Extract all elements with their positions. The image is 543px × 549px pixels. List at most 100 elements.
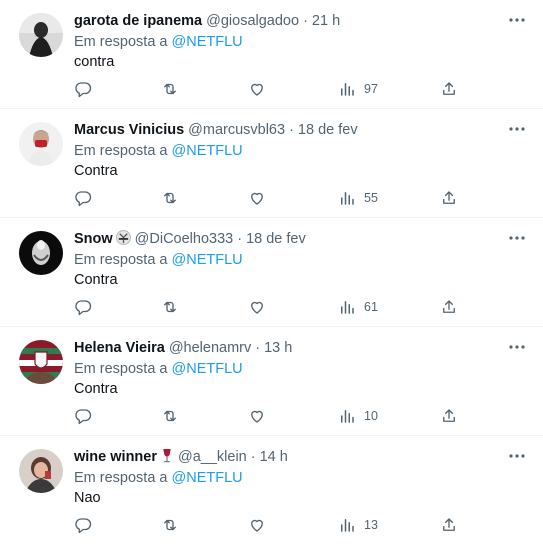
like-icon — [251, 410, 263, 423]
views-icon — [341, 192, 354, 205]
like-button[interactable] — [248, 79, 266, 99]
more-icon[interactable] — [507, 230, 527, 246]
reply-context: Em resposta a @NETFLU — [74, 142, 243, 160]
action-bar: 13 — [74, 515, 460, 537]
author-handle[interactable]: @a__klein — [178, 449, 247, 465]
tweet-header: wine winner @a__klein · 14 h — [74, 448, 288, 468]
replies-timeline: garota de ipanema @giosalgadoo · 21 h Em re… — [0, 0, 543, 549]
reply-context: Em resposta a @NETFLU — [74, 469, 243, 487]
like-icon — [251, 301, 263, 314]
action-bar: 10 — [74, 406, 460, 428]
repost-icon — [164, 410, 176, 422]
share-icon — [443, 300, 455, 313]
reply-context: Em resposta a @NETFLU — [74, 33, 243, 51]
action-bar: 97 — [74, 79, 460, 101]
views-button[interactable]: 97 — [338, 79, 378, 99]
reply-prefix: Em resposta a — [74, 252, 168, 268]
mention-link[interactable]: @NETFLU — [172, 143, 243, 159]
timestamp[interactable]: 14 h — [260, 449, 288, 465]
share-button[interactable] — [440, 79, 458, 99]
views-icon — [341, 410, 354, 423]
action-bar: 61 — [74, 297, 460, 319]
author-name[interactable]: Marcus Vinicius — [74, 122, 184, 138]
more-icon[interactable] — [507, 448, 527, 464]
timestamp[interactable]: 13 h — [264, 340, 292, 356]
like-button[interactable] — [248, 297, 266, 317]
reply-button[interactable] — [74, 79, 92, 99]
share-icon — [443, 409, 455, 422]
tweet[interactable]: wine winner @a__klein · 14 h Em resposta a … — [0, 436, 543, 549]
like-button[interactable] — [248, 406, 266, 426]
author-handle[interactable]: @helenamrv — [169, 340, 251, 356]
view-count: 13 — [364, 518, 378, 532]
repost-button[interactable] — [161, 297, 179, 317]
like-button[interactable] — [248, 515, 266, 535]
share-button[interactable] — [440, 515, 458, 535]
avatar[interactable] — [19, 340, 63, 384]
avatar[interactable] — [19, 449, 63, 493]
views-button[interactable]: 13 — [338, 515, 378, 535]
reply-context: Em resposta a @NETFLU — [74, 251, 243, 269]
avatar[interactable] — [19, 122, 63, 166]
author-handle[interactable]: @giosalgadoo — [206, 13, 299, 29]
mention-link[interactable]: @NETFLU — [172, 252, 243, 268]
repost-button[interactable] — [161, 406, 179, 426]
reply-icon — [75, 82, 92, 98]
views-button[interactable]: 10 — [338, 406, 378, 426]
mention-link[interactable]: @NETFLU — [172, 361, 243, 377]
author-handle[interactable]: @marcusvbl63 — [188, 122, 285, 138]
view-count: 61 — [364, 300, 378, 314]
tweet[interactable]: Helena Vieira @helenamrv · 13 h Em resposta… — [0, 327, 543, 436]
reply-button[interactable] — [74, 406, 92, 426]
share-icon — [443, 82, 455, 95]
timestamp[interactable]: 18 de fev — [246, 231, 306, 247]
tweet-text: Contra — [74, 163, 118, 179]
author-name[interactable]: wine winner — [74, 449, 157, 465]
reply-prefix: Em resposta a — [74, 143, 168, 159]
avatar[interactable] — [19, 231, 63, 275]
like-button[interactable] — [248, 188, 266, 208]
more-icon[interactable] — [507, 339, 527, 355]
view-count: 10 — [364, 409, 378, 423]
view-count: 55 — [364, 191, 378, 205]
share-button[interactable] — [440, 188, 458, 208]
tweet[interactable]: Snow @DiCoelho333 · 18 de fev Em resposta a… — [0, 218, 543, 327]
views-button[interactable]: 61 — [338, 297, 378, 317]
timestamp[interactable]: 18 de fev — [298, 122, 358, 138]
avatar[interactable] — [19, 13, 63, 57]
tweet-header: garota de ipanema @giosalgadoo · 21 h — [74, 12, 340, 30]
reply-icon — [75, 409, 92, 425]
tweet[interactable]: Marcus Vinicius @marcusvbl63 · 18 de fev Em… — [0, 109, 543, 218]
like-icon — [251, 192, 263, 205]
repost-button[interactable] — [161, 515, 179, 535]
repost-icon — [164, 83, 176, 95]
share-icon — [443, 518, 455, 531]
reply-button[interactable] — [74, 188, 92, 208]
author-name[interactable]: garota de ipanema — [74, 13, 202, 29]
view-count: 97 — [364, 82, 378, 96]
reply-context: Em resposta a @NETFLU — [74, 360, 243, 378]
tweet-header: Marcus Vinicius @marcusvbl63 · 18 de fev — [74, 121, 358, 139]
views-icon — [341, 301, 354, 314]
reply-button[interactable] — [74, 515, 92, 535]
repost-button[interactable] — [161, 79, 179, 99]
author-handle[interactable]: @DiCoelho333 — [135, 231, 234, 247]
more-icon[interactable] — [507, 12, 527, 28]
share-button[interactable] — [440, 297, 458, 317]
mention-link[interactable]: @NETFLU — [172, 34, 243, 50]
mention-link[interactable]: @NETFLU — [172, 470, 243, 486]
reply-button[interactable] — [74, 297, 92, 317]
repost-button[interactable] — [161, 188, 179, 208]
wine-glass-emoji — [160, 448, 174, 468]
tweet[interactable]: garota de ipanema @giosalgadoo · 21 h Em re… — [0, 0, 543, 109]
reply-icon — [75, 300, 92, 316]
author-name[interactable]: Snow — [74, 231, 113, 247]
share-button[interactable] — [440, 406, 458, 426]
more-icon[interactable] — [507, 121, 527, 137]
reply-prefix: Em resposta a — [74, 34, 168, 50]
author-name[interactable]: Helena Vieira — [74, 340, 165, 356]
timestamp[interactable]: 21 h — [312, 13, 340, 29]
repost-icon — [164, 301, 176, 313]
views-button[interactable]: 55 — [338, 188, 378, 208]
tweet-header: Snow @DiCoelho333 · 18 de fev — [74, 230, 306, 250]
